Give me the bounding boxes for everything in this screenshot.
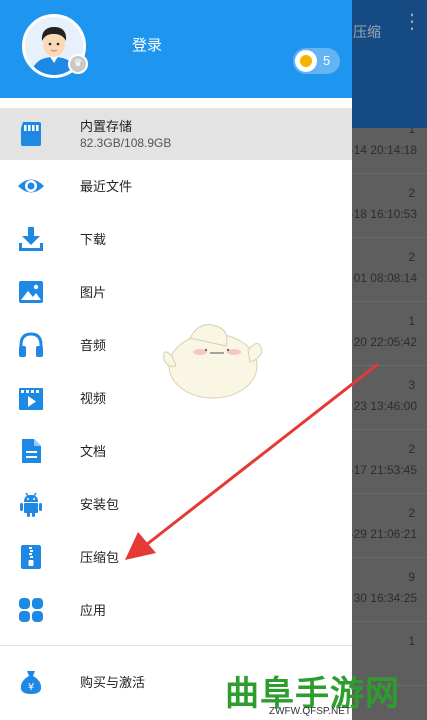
menu-item-internal-storage[interactable]: 内置存储 82.3GB/108.9GB <box>0 108 352 160</box>
download-icon <box>19 227 43 251</box>
menu-item-label: 安装包 <box>80 497 120 512</box>
list-item[interactable]: 2 -18 16:10:53 <box>349 174 427 238</box>
item-date: 30 16:34:25 <box>353 591 417 605</box>
menu-item-label: 内置存储 <box>80 119 133 134</box>
item-count: 2 <box>408 186 415 200</box>
list-item[interactable]: 2 -29 21:06:21 <box>349 494 427 558</box>
menu-item-label: 购买与激活 <box>80 675 146 690</box>
menu-item-images[interactable]: 图片 <box>0 266 352 318</box>
image-icon <box>19 281 43 303</box>
menu-item-label: 压缩包 <box>80 550 120 565</box>
menu-item-documents[interactable]: 文档 <box>0 425 352 477</box>
menu-item-label: 视频 <box>80 391 107 406</box>
menu-item-recent-files[interactable]: 最近文件 <box>0 160 352 212</box>
item-date: -17 21:53:45 <box>349 463 417 477</box>
toolbar-title: 压缩 <box>353 24 381 40</box>
watermark: 曲阜手游网 ZWFW.QFSP.NET <box>225 666 425 720</box>
item-count: 1 <box>408 314 415 328</box>
menu-item-downloads[interactable]: 下载 <box>0 213 352 265</box>
eye-icon <box>18 179 44 193</box>
list-item[interactable]: 1 20 22:05:42 <box>352 302 427 366</box>
menu-item-label: 应用 <box>80 603 107 618</box>
mascot-sticker-icon <box>163 324 263 399</box>
headphones-icon <box>19 332 43 357</box>
list-item[interactable]: 9 30 16:34:25 <box>352 558 427 622</box>
item-count: 1 <box>408 634 415 648</box>
menu-item-label: 文档 <box>80 444 107 459</box>
item-date: -14 20:14:18 <box>349 143 417 157</box>
menu-item-label: 音频 <box>80 338 107 353</box>
menu-item-apk-packages[interactable]: 安装包 <box>0 478 352 530</box>
item-count: 9 <box>408 570 415 584</box>
item-count: 3 <box>408 378 415 392</box>
storage-usage: 82.3GB/108.9GB <box>80 136 172 150</box>
login-link[interactable]: 登录 <box>132 34 162 55</box>
watermark-url: ZWFW.QFSP.NET <box>269 706 352 717</box>
sd-card-icon <box>21 122 41 146</box>
item-date: 23 13:46:00 <box>353 399 417 413</box>
android-icon <box>20 492 42 517</box>
zip-icon <box>21 545 41 569</box>
coin-icon <box>295 50 317 72</box>
list-item[interactable]: 3 23 13:46:00 <box>352 366 427 430</box>
menu-item-label: 图片 <box>80 285 107 300</box>
item-date: -18 16:10:53 <box>349 207 417 221</box>
coin-count: 5 <box>323 53 331 68</box>
menu-item-apps[interactable]: 应用 <box>0 584 352 636</box>
document-icon <box>22 439 41 463</box>
more-options-icon[interactable]: ⋮ <box>402 12 422 32</box>
item-count: 2 <box>408 250 415 264</box>
money-bag-icon: ¥ <box>20 671 42 694</box>
svg-text:¥: ¥ <box>28 682 34 693</box>
menu-item-label: 下载 <box>80 232 107 247</box>
list-item[interactable]: 2 01 08:08:14 <box>352 238 427 302</box>
menu-divider <box>0 645 352 646</box>
drawer-header: ♛ 登录 5 <box>0 0 352 98</box>
video-icon <box>19 388 43 410</box>
menu-item-archives[interactable]: 压缩包 <box>0 531 352 583</box>
item-count: 2 <box>408 442 415 456</box>
item-count: 2 <box>408 506 415 520</box>
apps-icon <box>19 598 43 622</box>
menu-item-label: 最近文件 <box>80 179 133 194</box>
item-date: 20 22:05:42 <box>353 335 417 349</box>
item-date: 01 08:08:14 <box>353 271 417 285</box>
list-item[interactable]: 2 -17 21:53:45 <box>349 430 427 494</box>
coin-badge[interactable]: 5 <box>293 48 340 74</box>
crown-icon: ♛ <box>68 54 88 74</box>
item-date: -29 21:06:21 <box>349 527 417 541</box>
